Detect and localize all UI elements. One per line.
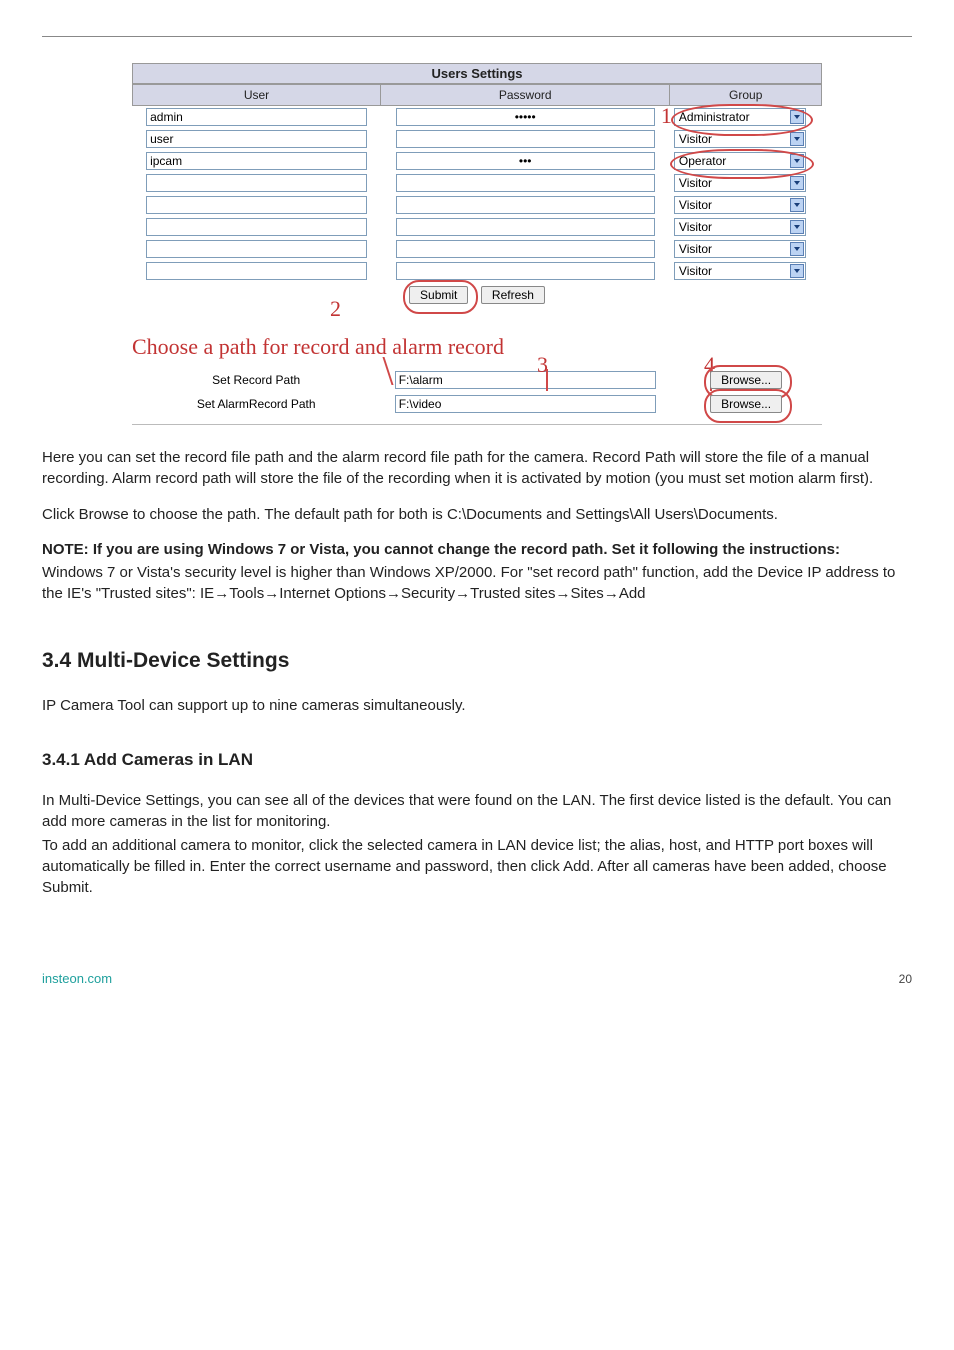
- group-select[interactable]: Visitor: [674, 174, 806, 192]
- callout-1: 1: [661, 103, 672, 129]
- table-row: Visitor: [133, 172, 822, 194]
- chain-item: Internet Options: [279, 585, 386, 602]
- group-select-label: Visitor: [679, 176, 712, 190]
- table-row: Visitor: [133, 216, 822, 238]
- user-field[interactable]: [146, 262, 367, 280]
- user-field[interactable]: [146, 130, 367, 148]
- group-select-label: Visitor: [679, 220, 712, 234]
- user-field[interactable]: [146, 240, 367, 258]
- users-table: User Password Group 1 Administrator: [132, 84, 822, 282]
- record-path-panel: Choose a path for record and alarm recor…: [132, 334, 822, 416]
- password-field[interactable]: [396, 152, 655, 170]
- group-select-label: Visitor: [679, 198, 712, 212]
- arrow-icon: →: [455, 585, 470, 602]
- table-row: Visitor: [133, 194, 822, 216]
- users-button-row: Submit Refresh 2: [132, 282, 822, 304]
- chevron-down-icon: [790, 264, 804, 278]
- group-select-label: Administrator: [679, 110, 750, 124]
- chain-item: Add: [619, 585, 646, 602]
- password-field[interactable]: [396, 130, 655, 148]
- arrow-icon: →: [386, 585, 401, 602]
- body-paragraph: To add an additional camera to monitor, …: [42, 835, 912, 899]
- section-heading-3-4-1: 3.4.1 Add Cameras in LAN: [42, 750, 912, 770]
- group-select-label: Visitor: [679, 242, 712, 256]
- table-row: Visitor: [133, 260, 822, 282]
- page-footer: insteon.com 20: [42, 971, 912, 986]
- users-settings-title: Users Settings: [132, 63, 822, 84]
- users-settings-panel: Users Settings User Password Group 1 Adm…: [132, 63, 822, 304]
- chain-item: Sites: [570, 585, 603, 602]
- arrow-icon: →: [604, 585, 619, 602]
- chevron-down-icon: [790, 198, 804, 212]
- chevron-down-icon: [790, 132, 804, 146]
- group-select[interactable]: Visitor: [674, 218, 806, 236]
- page-number: 20: [899, 972, 912, 986]
- password-field[interactable]: [396, 108, 655, 126]
- user-field[interactable]: [146, 152, 367, 170]
- group-select[interactable]: Operator: [674, 152, 806, 170]
- refresh-button[interactable]: Refresh: [481, 286, 545, 304]
- user-field[interactable]: [146, 218, 367, 236]
- chevron-down-icon: [790, 110, 804, 124]
- table-row: Operator: [133, 150, 822, 172]
- password-field[interactable]: [396, 218, 655, 236]
- group-select[interactable]: Visitor: [674, 262, 806, 280]
- record-path-label: Set Record Path: [132, 368, 380, 392]
- chevron-down-icon: [790, 176, 804, 190]
- browse-button[interactable]: Browse...: [710, 395, 782, 413]
- user-field[interactable]: [146, 108, 367, 126]
- body-paragraph: In Multi-Device Settings, you can see al…: [42, 790, 912, 833]
- password-field[interactable]: [396, 196, 655, 214]
- group-select[interactable]: Visitor: [674, 130, 806, 148]
- chevron-down-icon: [790, 220, 804, 234]
- table-row: Visitor: [133, 128, 822, 150]
- group-select[interactable]: Administrator: [674, 108, 806, 126]
- arrow-icon: →: [555, 585, 570, 602]
- password-field[interactable]: [396, 174, 655, 192]
- footer-link[interactable]: insteon.com: [42, 971, 112, 986]
- body-paragraph: IP Camera Tool can support up to nine ca…: [42, 695, 912, 716]
- chevron-down-icon: [790, 242, 804, 256]
- chain-item: Security: [401, 585, 455, 602]
- group-select-label: Visitor: [679, 264, 712, 278]
- leader-line: [382, 357, 451, 385]
- user-field[interactable]: [146, 196, 367, 214]
- group-select[interactable]: Visitor: [674, 196, 806, 214]
- group-select-label: Operator: [679, 154, 726, 168]
- users-col-group: Group: [670, 85, 822, 106]
- table-row: Visitor: [133, 238, 822, 260]
- chain-item: Tools: [229, 585, 264, 602]
- chain-item: Trusted sites: [470, 585, 555, 602]
- note-heading: NOTE: If you are using Windows 7 or Vist…: [42, 539, 912, 560]
- group-select-label: Visitor: [679, 132, 712, 146]
- users-col-password: Password: [381, 85, 670, 106]
- alarm-record-path-label: Set AlarmRecord Path: [132, 392, 380, 416]
- page-top-rule: [42, 36, 912, 37]
- section-heading-3-4: 3.4 Multi-Device Settings: [42, 649, 912, 673]
- submit-button[interactable]: Submit: [409, 286, 468, 304]
- leader-line: [546, 369, 548, 391]
- browse-button[interactable]: Browse...: [710, 371, 782, 389]
- panel-divider: [132, 424, 822, 425]
- user-field[interactable]: [146, 174, 367, 192]
- group-select[interactable]: Visitor: [674, 240, 806, 258]
- table-row: Set Record Path Browse...: [132, 368, 822, 392]
- note-paragraph: Windows 7 or Vista's security level is h…: [42, 562, 912, 605]
- table-row: Set AlarmRecord Path Browse...: [132, 392, 822, 416]
- record-path-heading: Choose a path for record and alarm recor…: [132, 334, 822, 360]
- record-path-table: Set Record Path Browse... Set AlarmRecor…: [132, 368, 822, 416]
- callout-2: 2: [330, 296, 341, 322]
- chevron-down-icon: [790, 154, 804, 168]
- body-paragraph: Here you can set the record file path an…: [42, 447, 912, 490]
- alarm-record-path-input[interactable]: [395, 395, 656, 413]
- body-paragraph: Click Browse to choose the path. The def…: [42, 504, 912, 525]
- table-row: 1 Administrator: [133, 106, 822, 129]
- arrow-icon: →: [214, 585, 229, 602]
- arrow-icon: →: [264, 585, 279, 602]
- password-field[interactable]: [396, 262, 655, 280]
- users-col-user: User: [133, 85, 381, 106]
- password-field[interactable]: [396, 240, 655, 258]
